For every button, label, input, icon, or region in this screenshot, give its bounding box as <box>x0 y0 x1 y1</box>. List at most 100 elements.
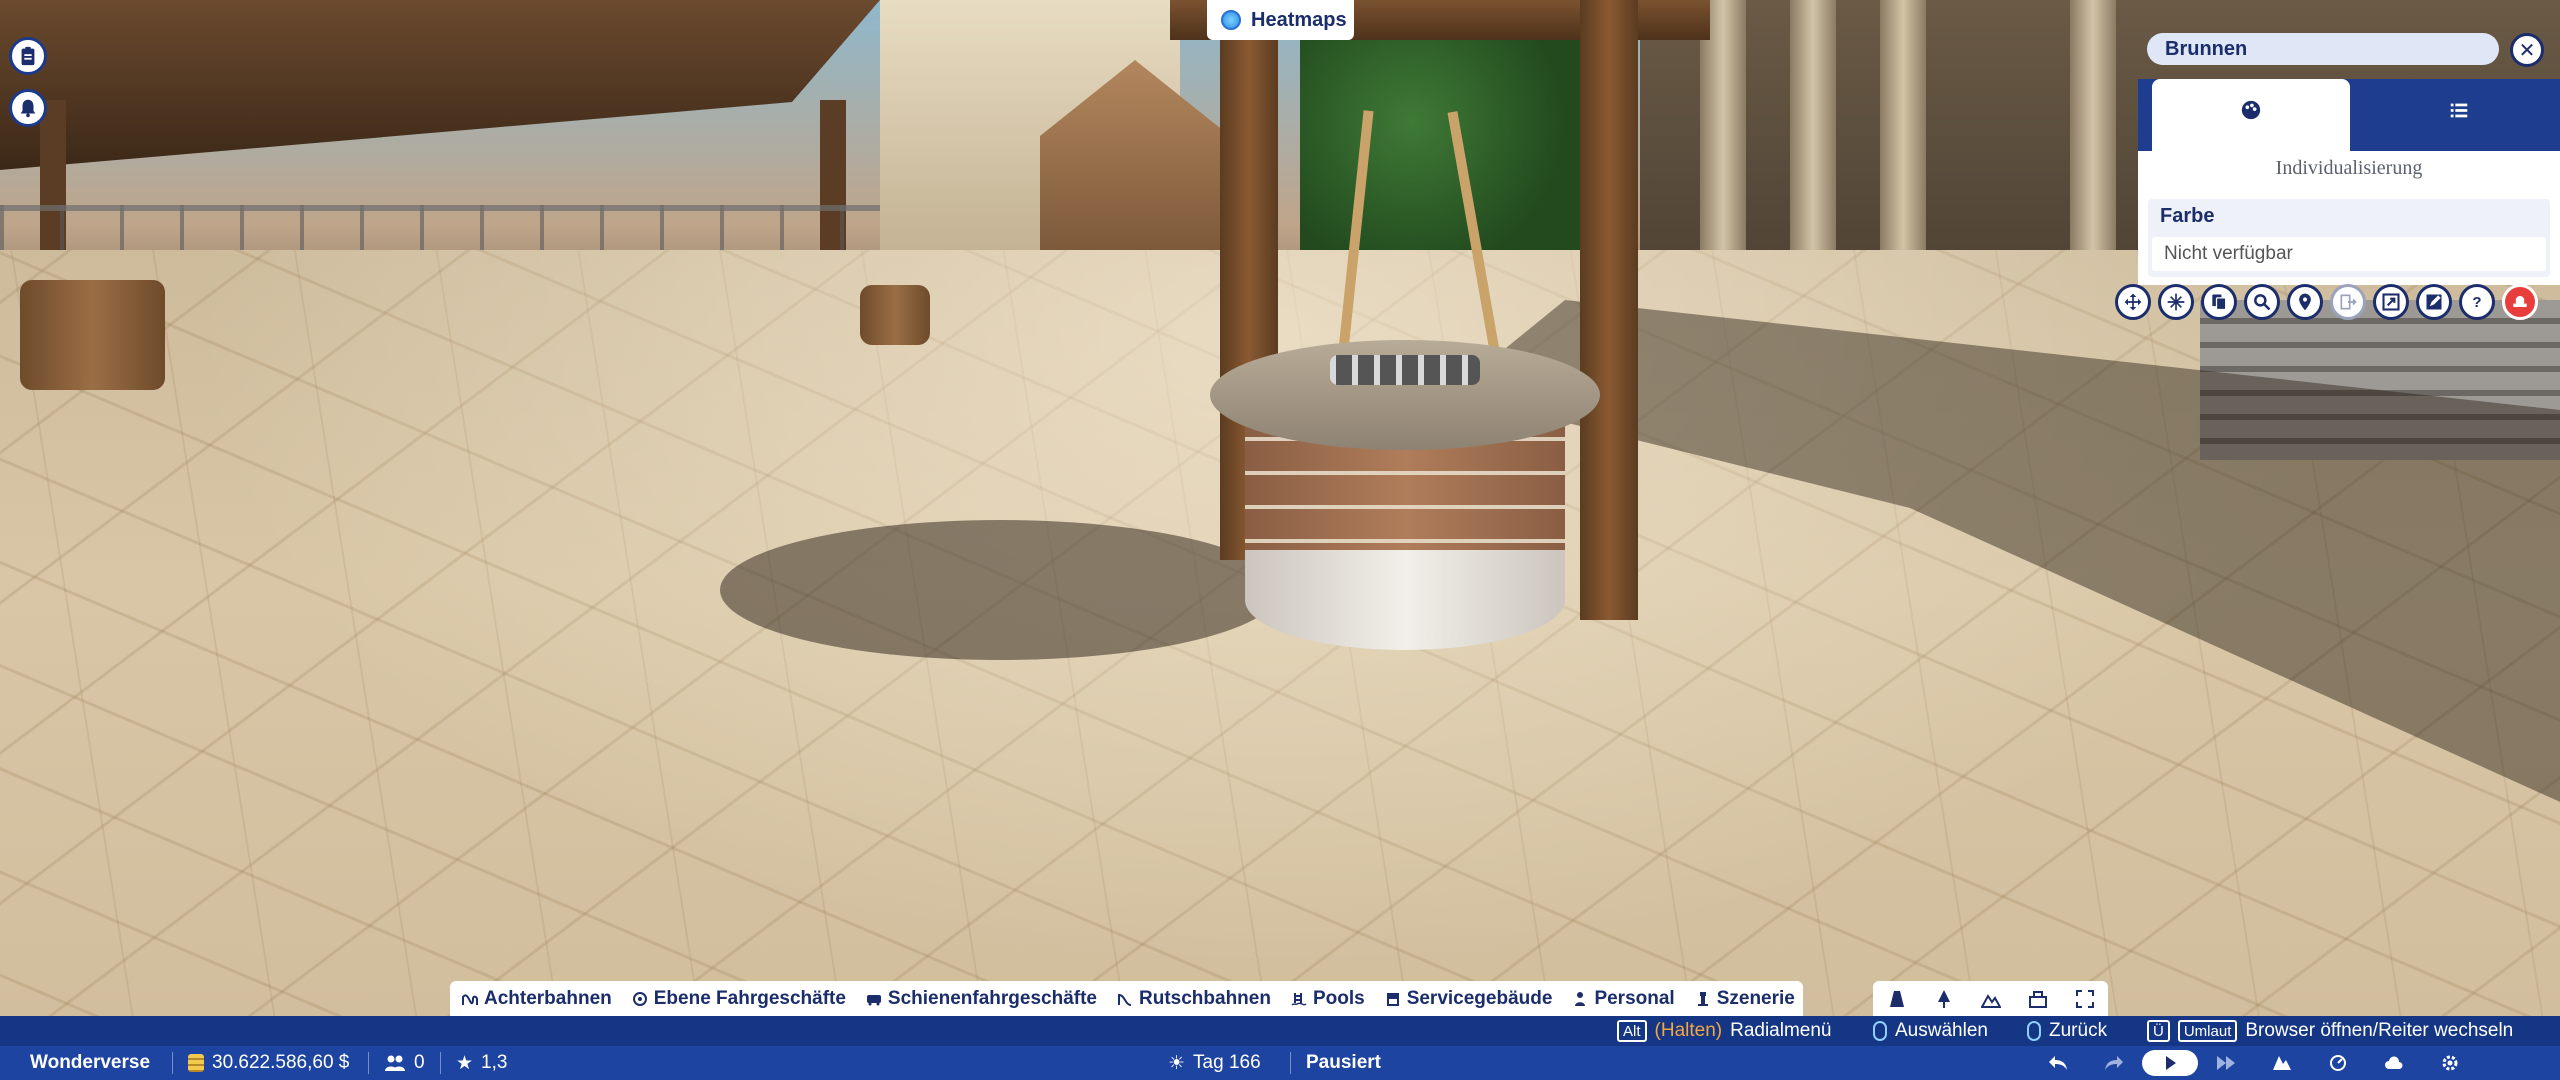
camera-mode-icon[interactable] <box>2254 1050 2310 1076</box>
speed-dial-icon[interactable] <box>2310 1050 2366 1076</box>
divider <box>368 1052 369 1074</box>
status-bar: Wonderverse 30.622.586,60 $ 0 ★ 1,3 ☀ Ta… <box>0 1046 2560 1080</box>
hint-select-label: Auswählen <box>1895 1020 1988 1041</box>
play-icon[interactable] <box>2142 1050 2198 1076</box>
category-label: Pools <box>1312 987 1365 1009</box>
control-hints-bar: Alt (Halten) Radialmenü Auswählen Zurück… <box>0 1016 2560 1046</box>
coaster-icon <box>462 993 478 1005</box>
copy-icon[interactable] <box>2201 284 2237 320</box>
rating-value: 1,3 <box>481 1052 508 1073</box>
panel-tabs <box>2138 79 2560 151</box>
color-value-field: Nicht verfügbar <box>2152 237 2546 271</box>
column <box>1880 0 1926 260</box>
coins-icon <box>188 1054 204 1072</box>
terrain-icon[interactable] <box>1967 981 2014 1016</box>
category-track-rides[interactable]: Schienenfahrgeschäfte <box>854 981 1105 1016</box>
star-icon: ★ <box>456 1052 474 1074</box>
category-shops[interactable]: Servicegebäude <box>1373 981 1561 1016</box>
guests-display[interactable]: 0 <box>384 1046 425 1080</box>
u-umlaut-key: Ü <box>2147 1020 2170 1042</box>
exit-icon[interactable] <box>2330 284 2366 320</box>
heatmaps-button[interactable]: Heatmaps <box>1207 0 1354 40</box>
snowflake-freeze-icon[interactable] <box>2158 284 2194 320</box>
hint-select: Auswählen <box>1873 1016 1988 1046</box>
sun-icon: ☀ <box>1168 1052 1186 1074</box>
hint-back-label: Zurück <box>2049 1020 2108 1041</box>
help-icon[interactable]: ? <box>2459 284 2495 320</box>
category-coasters[interactable]: Achterbahnen <box>450 981 620 1016</box>
category-flat-rides[interactable]: Ebene Fahrgeschäfte <box>620 981 854 1016</box>
svg-text:?: ? <box>2472 294 2481 311</box>
hint-hold: (Halten) <box>1654 1020 1723 1041</box>
advanced-move-icon[interactable] <box>2244 284 2280 320</box>
category-scenery[interactable]: Szenerie <box>1683 981 1803 1016</box>
divider <box>1290 1052 1291 1074</box>
move-icon[interactable] <box>2115 284 2151 320</box>
resize-icon[interactable] <box>2373 284 2409 320</box>
divider <box>440 1052 441 1074</box>
notification-bell-icon[interactable] <box>9 89 47 127</box>
guests-icon <box>385 1055 405 1071</box>
tab-customize[interactable] <box>2152 79 2350 151</box>
category-label: Achterbahnen <box>484 987 612 1009</box>
settings-gear-icon[interactable] <box>2422 1050 2478 1076</box>
fullscreen-icon[interactable] <box>2061 981 2108 1016</box>
clipboard-icon[interactable] <box>9 37 47 75</box>
slide-icon <box>1118 993 1132 1006</box>
edit-icon[interactable] <box>2416 284 2452 320</box>
game-state-value: Pausiert <box>1306 1052 1381 1073</box>
umlaut-key: Umlaut <box>2177 1020 2238 1042</box>
well-base[interactable] <box>1245 550 1565 650</box>
background-trees <box>1300 30 1580 260</box>
category-pools[interactable]: Pools <box>1279 981 1373 1016</box>
undo-icon[interactable] <box>2030 1050 2086 1076</box>
barrel <box>860 285 930 345</box>
blueprint-icon[interactable] <box>2014 981 2061 1016</box>
category-label: Ebene Fahrgeschäfte <box>653 987 846 1009</box>
guests-value: 0 <box>414 1052 425 1073</box>
category-label: Personal <box>1594 987 1675 1009</box>
fast-forward-icon[interactable] <box>2198 1050 2254 1076</box>
alt-key: Alt <box>1617 1020 1647 1042</box>
weather-icon[interactable] <box>2366 1050 2422 1076</box>
tab-list[interactable] <box>2358 79 2560 151</box>
divider <box>172 1052 173 1074</box>
close-icon[interactable]: ✕ <box>2510 33 2544 67</box>
hint-browser-label: Browser öffnen/Reiter wechseln <box>2245 1020 2514 1041</box>
redo-icon[interactable] <box>2086 1050 2142 1076</box>
category-label: Rutschbahnen <box>1139 987 1271 1009</box>
staff-icon <box>1575 991 1586 1006</box>
left-mouse-icon <box>1873 1021 1887 1041</box>
column <box>1790 0 1836 260</box>
category-slides[interactable]: Rutschbahnen <box>1105 981 1279 1016</box>
delete-icon[interactable] <box>2502 284 2538 320</box>
panel-subtitle: Individualisierung <box>2275 157 2423 179</box>
track-ride-icon <box>866 994 881 1005</box>
object-info-panel: Brunnen ✕ Individualisierung Farbe Nicht… <box>2138 29 2560 285</box>
hint-radial: Radialmenü <box>1730 1020 1832 1041</box>
column <box>2070 0 2116 260</box>
rating-display[interactable]: ★ 1,3 <box>456 1046 507 1080</box>
hint-radial-menu: Alt (Halten) Radialmenü <box>1617 1016 1832 1046</box>
shop-icon <box>1386 992 1399 1006</box>
tree-icon[interactable] <box>1920 981 1967 1016</box>
path-icon[interactable] <box>1873 981 1920 1016</box>
money-display[interactable]: 30.622.586,60 $ <box>188 1046 349 1080</box>
category-label: Servicegebäude <box>1406 987 1553 1009</box>
well-post <box>1580 0 1638 620</box>
right-mouse-icon <box>2027 1021 2041 1041</box>
location-pin-icon[interactable] <box>2287 284 2323 320</box>
category-staff[interactable]: Personal <box>1560 981 1682 1016</box>
well-ground-shadow <box>720 520 1280 660</box>
game-state: Pausiert <box>1306 1046 1381 1080</box>
quick-tools-bar <box>1873 981 2108 1016</box>
panel-title-bar[interactable]: Brunnen <box>2147 33 2499 65</box>
speed-controls <box>2030 1050 2478 1076</box>
customize-palette-icon <box>2241 100 2261 120</box>
park-name[interactable]: Wonderverse <box>30 1046 150 1080</box>
object-tools-bar: ? <box>2115 280 2560 324</box>
color-section-header: Farbe <box>2160 205 2215 227</box>
category-label: Szenerie <box>1716 987 1795 1009</box>
category-label: Schienenfahrgeschäfte <box>887 987 1097 1009</box>
heatmap-globe-icon <box>1221 10 1241 30</box>
